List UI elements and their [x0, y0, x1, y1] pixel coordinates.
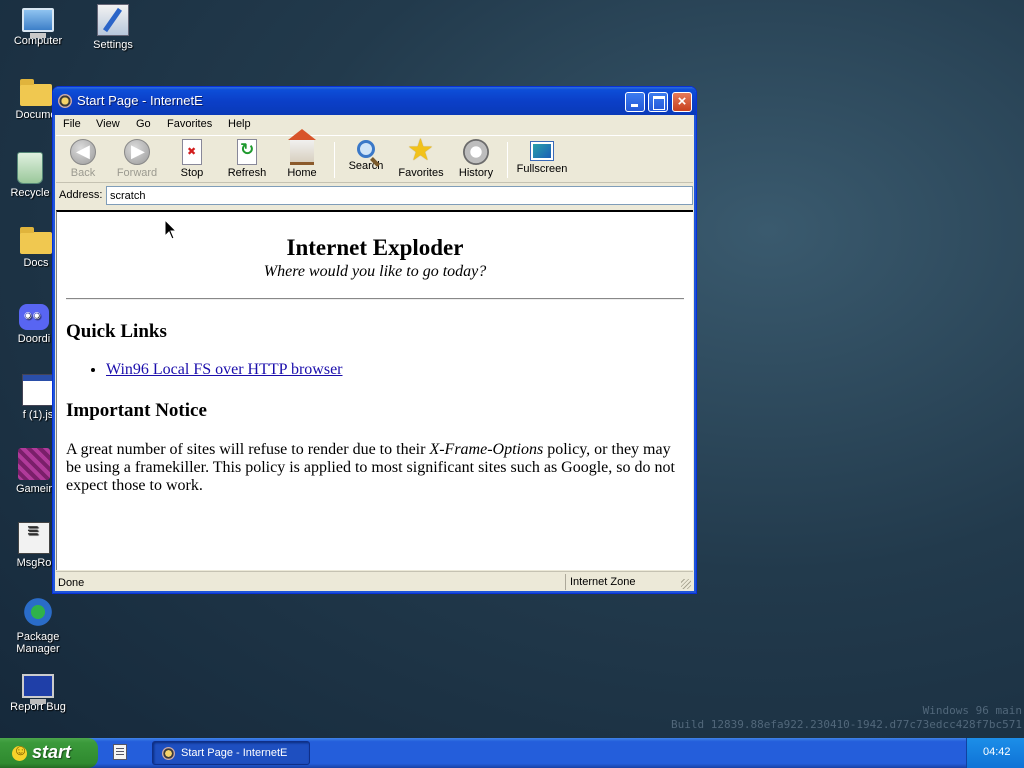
settings-icon [97, 4, 129, 36]
menu-file[interactable]: File [63, 118, 81, 130]
back-arrow-icon [70, 139, 96, 165]
address-bar: Address: [56, 184, 693, 208]
history-label: History [458, 167, 494, 179]
window-file-icon [22, 374, 54, 406]
stop-icon [182, 139, 202, 165]
favorites-label: Favorites [398, 167, 444, 179]
quick-launch-notepad-icon[interactable] [113, 744, 127, 760]
history-icon [463, 139, 489, 165]
forward-label: Forward [116, 167, 158, 179]
desktop-icon-label: Package Manager [16, 631, 60, 655]
build-watermark: Windows 96 main Build 12839.88efa922.230… [671, 704, 1022, 732]
game-icon [18, 448, 50, 480]
link-win96-local-fs[interactable]: Win96 Local FS over HTTP browser [106, 361, 343, 378]
recycle-bin-icon [17, 152, 43, 184]
quick-links-list: Win96 Local FS over HTTP browser [66, 361, 684, 379]
computer-icon [22, 8, 54, 38]
address-input[interactable] [106, 186, 693, 205]
monitor-icon [22, 674, 54, 704]
home-button[interactable]: Home [275, 129, 329, 182]
page-subtitle: Where would you like to go today? [263, 263, 487, 280]
back-label: Back [70, 167, 96, 179]
close-button[interactable]: × [672, 92, 692, 112]
divider [66, 298, 684, 300]
mouse-cursor-icon [164, 219, 178, 240]
toolbar-separator [334, 142, 335, 178]
desktop-icon-label: Settings [93, 39, 133, 51]
menu-view[interactable]: View [96, 118, 120, 130]
fullscreen-label: Fullscreen [516, 163, 568, 175]
forward-button[interactable]: Forward [110, 138, 164, 182]
home-icon [288, 129, 316, 165]
fullscreen-button[interactable]: Fullscreen [512, 138, 572, 182]
menu-go[interactable]: Go [136, 118, 151, 130]
refresh-icon [237, 139, 257, 165]
desktop-icon-settings[interactable]: Settings [75, 4, 151, 51]
folder-icon [20, 79, 52, 106]
menu-bar: File View Go Favorites Help [56, 115, 693, 134]
stop-label: Stop [180, 167, 204, 179]
refresh-button[interactable]: Refresh [220, 138, 274, 182]
package-icon [22, 596, 54, 628]
notice-text-part: A great number of sites will refuse to r… [66, 441, 430, 458]
menu-help[interactable]: Help [228, 118, 251, 130]
toolbar: Back Forward Stop Refresh Home Search Fa… [56, 129, 693, 183]
start-logo-icon [12, 742, 28, 761]
refresh-label: Refresh [227, 167, 267, 179]
search-button[interactable]: Search [339, 138, 393, 182]
browser-icon [58, 94, 72, 108]
search-label: Search [348, 160, 384, 172]
status-bar: Done Internet Zone [56, 571, 693, 591]
favorites-button[interactable]: Favorites [394, 133, 448, 182]
list-item: Win96 Local FS over HTTP browser [106, 361, 684, 379]
forward-arrow-icon [124, 139, 150, 165]
window-title: Start Page - InternetE [77, 93, 203, 108]
browser-window: Start Page - InternetE × File View Go Fa… [52, 86, 697, 594]
taskbar: start Start Page - InternetE 04:42 [0, 738, 1024, 768]
system-tray: 04:42 [966, 738, 1024, 768]
desktop-icon-package-manager[interactable]: Package Manager [0, 596, 76, 655]
desktop-icon-report-bug[interactable]: Report Bug [0, 670, 76, 713]
watermark-line: Build 12839.88efa922.230410-1942.d77c73e… [671, 718, 1022, 731]
notice-heading: Important Notice [66, 400, 207, 421]
browser-icon [162, 747, 175, 760]
page-heading: Internet Exploder [286, 235, 464, 260]
start-label: start [32, 742, 72, 762]
folder-icon [20, 227, 52, 254]
minimize-button[interactable] [625, 92, 645, 112]
maximize-button[interactable] [648, 92, 668, 112]
notice-emphasis: X-Frame-Options [429, 441, 544, 458]
back-button[interactable]: Back [56, 138, 110, 182]
toolbar-separator [507, 142, 508, 178]
desktop-icon-computer[interactable]: Computer [0, 4, 76, 47]
star-icon [407, 133, 434, 168]
quick-links-heading: Quick Links [66, 321, 167, 342]
discord-icon [19, 304, 49, 330]
stop-button[interactable]: Stop [165, 138, 219, 182]
status-text: Done [58, 577, 85, 589]
clock[interactable]: 04:42 [983, 746, 1011, 758]
home-label: Home [287, 167, 317, 179]
address-label: Address: [59, 189, 103, 201]
page-content: Internet Exploder Where would you like t… [56, 210, 693, 570]
start-button[interactable]: start [0, 738, 98, 768]
resize-grip-icon[interactable] [681, 579, 691, 589]
fullscreen-icon [530, 141, 554, 161]
history-button[interactable]: History [449, 138, 503, 182]
watermark-line: Windows 96 main [922, 704, 1022, 717]
message-icon [18, 522, 50, 554]
menu-favorites[interactable]: Favorites [167, 118, 212, 130]
taskbar-window-button[interactable]: Start Page - InternetE [152, 741, 310, 765]
search-icon [357, 140, 375, 158]
taskbar-window-label: Start Page - InternetE [181, 747, 288, 759]
title-bar[interactable]: Start Page - InternetE × [53, 87, 696, 115]
notice-text: A great number of sites will refuse to r… [66, 441, 684, 495]
status-zone: Internet Zone [565, 574, 685, 590]
close-icon: × [677, 93, 687, 110]
